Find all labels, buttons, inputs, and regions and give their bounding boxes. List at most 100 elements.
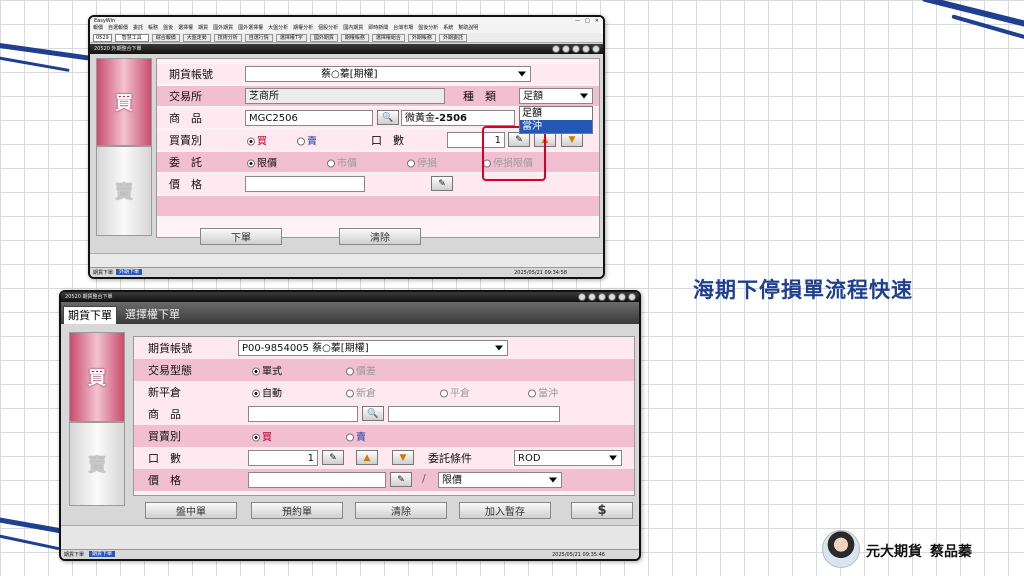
type-option-selected[interactable]: 當沖 (520, 120, 592, 133)
menu-item[interactable]: 國外期貨 (213, 25, 233, 33)
menu-item[interactable]: 期貨 (198, 25, 208, 33)
type-option[interactable]: 足額 (520, 107, 592, 120)
product-code-input[interactable] (248, 406, 358, 422)
side-sell-radio[interactable]: 賣 (297, 133, 317, 148)
buy-mode-button[interactable]: 買 (69, 332, 125, 422)
menu-item[interactable]: 帳務 (148, 25, 158, 33)
row-exchange: 交易所 芝商所 種 類 足額 (157, 86, 599, 106)
price-calculator-icon[interactable]: ✎ (390, 472, 412, 487)
tab-options-order[interactable]: 選擇權下單 (121, 306, 184, 324)
condition-select[interactable]: ROD (514, 450, 622, 466)
trade-type-label: 交易型態 (148, 364, 192, 377)
menu-item[interactable]: 報價 (93, 25, 103, 33)
product-code-input[interactable]: MGC2506 (245, 110, 373, 126)
menu-item[interactable]: 幫助說明 (458, 25, 478, 33)
position-close-radio[interactable]: 平倉 (440, 385, 470, 400)
window-controls-icon[interactable]: — □ ✕ (575, 18, 599, 24)
search-product-icon[interactable]: 🔍 (377, 110, 399, 125)
clear-button[interactable]: 清除 (339, 228, 421, 245)
qty-decrease-icon[interactable]: ▼ (561, 132, 583, 147)
buy-mode-button[interactable]: 買 (96, 58, 152, 146)
toolbar-button[interactable]: 自選行情 (244, 33, 273, 42)
taskbar-item-active[interactable]: 外期下單 (116, 269, 143, 275)
menu-item[interactable]: 自選報價 (108, 25, 128, 33)
dollar-icon[interactable]: $ (571, 502, 633, 519)
account-select[interactable]: 蔡○蓁[期權] (245, 66, 531, 82)
product-name-prefix: 微黃金 (405, 113, 435, 124)
caption-buttons[interactable] (578, 293, 636, 301)
price-type-select[interactable]: 限價 (438, 472, 562, 488)
order-market-radio[interactable]: 市價 (327, 155, 357, 170)
taskbar-item[interactable]: 期貨下單 (93, 270, 113, 276)
menu-item[interactable]: 個股分析 (318, 25, 338, 33)
account-select[interactable]: P00-9854005 蔡○蓁[期權] (238, 340, 508, 356)
toolbar-code-input[interactable]: 0529 (93, 33, 112, 42)
price-input[interactable] (248, 472, 386, 488)
qty-increase-icon[interactable]: ▲ (356, 450, 378, 465)
menu-item[interactable]: 盤後分析 (418, 25, 438, 33)
toolbar-button[interactable]: 綜合報價 (151, 33, 180, 42)
toolbar-button[interactable]: 選擇權組合 (371, 33, 405, 42)
status-time: 2025/05/21 09:34:58 (514, 270, 567, 276)
caption-buttons[interactable] (552, 45, 600, 53)
toolbar-combo[interactable]: 智慧工具 (114, 33, 149, 42)
menu-item[interactable]: 即時新聞 (368, 25, 388, 33)
menu-item[interactable]: 台灣市場 (393, 25, 413, 33)
toolbar-button[interactable]: 國外期貨 (309, 33, 338, 42)
trade-spread-radio[interactable]: 價差 (346, 363, 376, 378)
menu-item[interactable]: 大盤分析 (268, 25, 288, 33)
scheduled-order-button[interactable]: 預約單 (251, 502, 343, 519)
toolbar-button[interactable]: 期權帳務 (340, 33, 369, 42)
exchange-label: 交易所 (169, 90, 202, 103)
menu-item[interactable]: 委託 (133, 25, 143, 33)
taskbar-item[interactable]: 期貨下單 (64, 552, 84, 558)
row-qty: 口 數 1 ✎ ▲ ▼ 委託條件 ROD (134, 447, 634, 469)
menu-item[interactable]: 系統 (443, 25, 453, 33)
price-calculator-icon[interactable]: ✎ (431, 176, 453, 191)
qty-decrease-icon[interactable]: ▼ (392, 450, 414, 465)
order-label: 委 託 (169, 156, 202, 169)
sell-mode-button[interactable]: 賣 (69, 422, 125, 506)
intraday-order-button[interactable]: 盤中單 (145, 502, 237, 519)
menu-bar: 報價 自選報價 委託 帳務 盤後 選擇權 期貨 國外期貨 國外選擇權 大盤分析 … (90, 25, 603, 33)
side-buy-radio[interactable]: 買 (247, 133, 267, 148)
account-value: 蔡○蓁[期權] (321, 69, 378, 80)
side-sell-radio[interactable]: 賣 (346, 429, 366, 444)
toolbar-button[interactable]: 選擇權T字 (275, 33, 307, 42)
position-open-radio[interactable]: 新倉 (346, 385, 376, 400)
position-open-text: 新倉 (356, 388, 376, 400)
position-daytrade-radio[interactable]: 當沖 (528, 385, 558, 400)
tab-futures-order[interactable]: 期貨下單 (63, 306, 117, 324)
presenter-avatar (822, 530, 860, 568)
order-market-text: 市價 (337, 158, 357, 170)
sell-mode-button[interactable]: 賣 (96, 146, 152, 236)
price-divider: / (422, 472, 426, 485)
taskbar-item-active[interactable]: 期貨下單 (89, 551, 116, 557)
side-buy-radio[interactable]: 買 (252, 429, 272, 444)
add-to-queue-button[interactable]: 加入暫存 (459, 502, 551, 519)
search-product-icon[interactable]: 🔍 (362, 406, 384, 421)
order-stop-radio[interactable]: 停損 (407, 155, 437, 170)
menu-item[interactable]: 盤後 (163, 25, 173, 33)
toolbar-button[interactable]: 技術分析 (213, 33, 242, 42)
submit-order-button[interactable]: 下單 (200, 228, 282, 245)
presenter-label: 元大期貨 蔡品蓁 (866, 541, 980, 561)
window-caption: 20520 外期整合下單 (90, 44, 603, 54)
menu-item[interactable]: 期權分析 (293, 25, 313, 33)
position-auto-radio[interactable]: 自動 (252, 385, 282, 400)
toolbar-button[interactable]: 大盤走勢 (182, 33, 211, 42)
taskbar: 期貨下單 期貨下單 2025/05/21 09:35:46 (61, 549, 639, 559)
price-input[interactable] (245, 176, 365, 192)
row-price: 價 格 ✎ / 限價 (134, 469, 634, 491)
toolbar-button[interactable]: 外期委託 (438, 33, 467, 42)
qty-calculator-icon[interactable]: ✎ (322, 450, 344, 465)
menu-item[interactable]: 國內期貨 (343, 25, 363, 33)
qty-input[interactable]: 1 (248, 450, 318, 466)
type-select[interactable]: 足額 (519, 88, 593, 104)
clear-button[interactable]: 清除 (355, 502, 447, 519)
toolbar-button[interactable]: 外期帳務 (407, 33, 436, 42)
trade-single-radio[interactable]: 單式 (252, 363, 282, 378)
menu-item[interactable]: 國外選擇權 (238, 25, 263, 33)
menu-item[interactable]: 選擇權 (178, 25, 193, 33)
order-limit-radio[interactable]: 限價 (247, 155, 277, 170)
